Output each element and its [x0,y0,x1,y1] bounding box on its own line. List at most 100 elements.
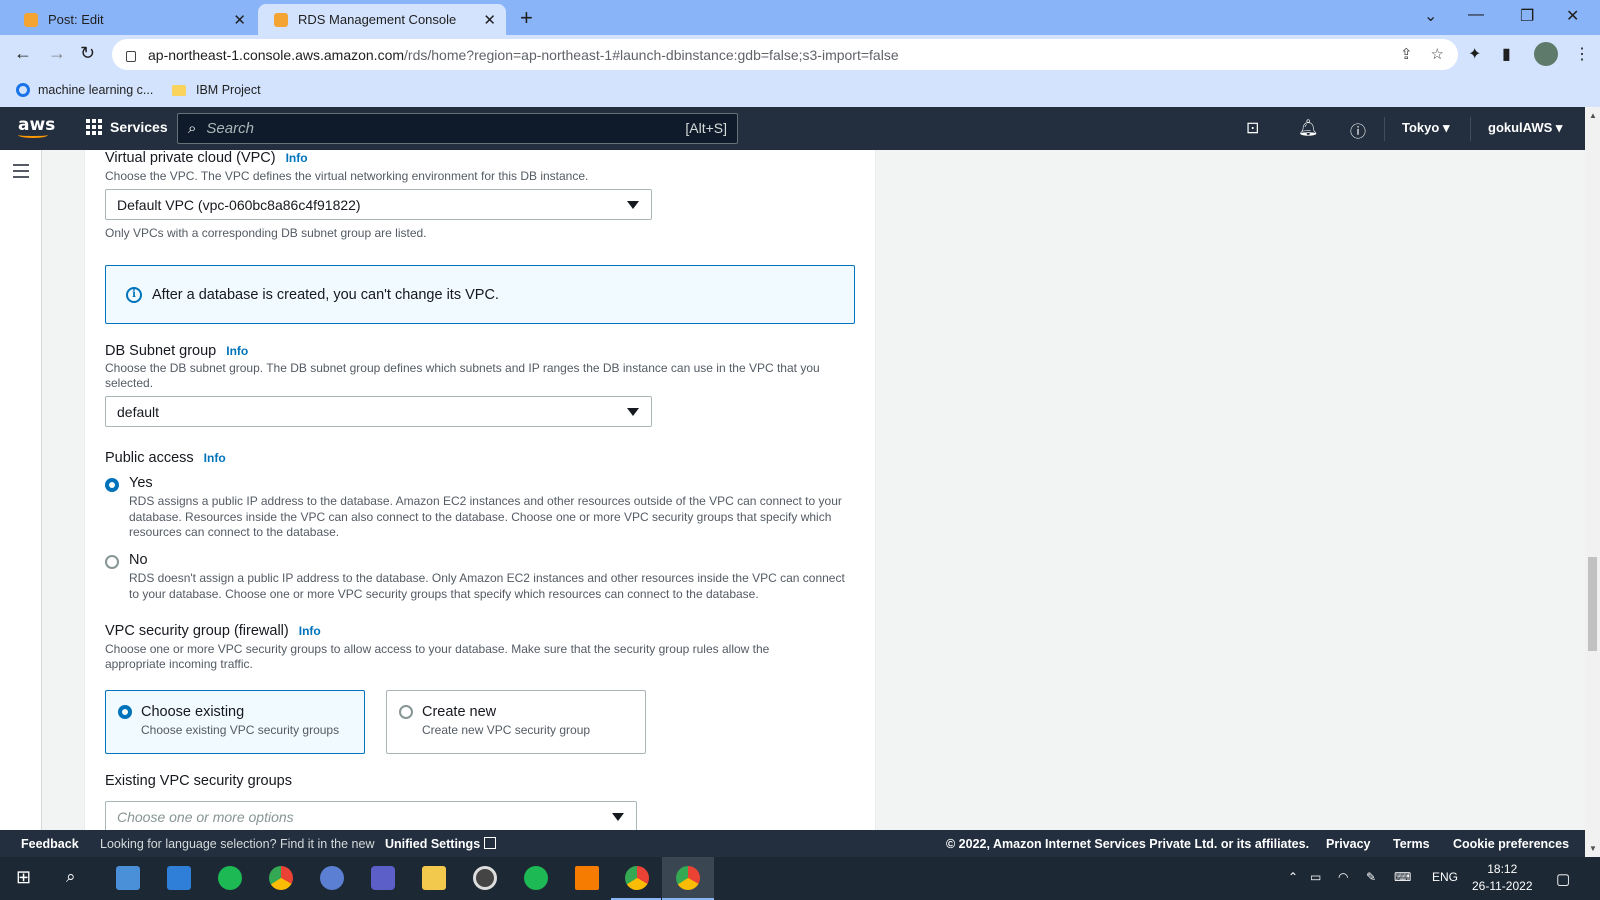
dropdown-caret-icon [627,408,639,416]
close-tab-icon[interactable]: ✕ [483,11,496,29]
aws-logo-text: aws [18,115,56,135]
notifications-bell-icon[interactable]: 🔔︎ [1298,118,1318,138]
scroll-thumb[interactable] [1588,557,1597,651]
public-access-info-link[interactable]: Info [204,451,226,465]
privacy-link[interactable]: Privacy [1326,837,1370,851]
security-group-info-link[interactable]: Info [299,624,321,638]
terms-link[interactable]: Terms [1393,837,1430,851]
lock-icon [126,51,136,62]
chrome-profile-icon[interactable] [625,866,649,890]
bookmark-machine-learning[interactable]: machine learning c... [16,83,153,97]
windows-start-icon[interactable]: ⊞ [16,867,31,888]
browser-tab-post-edit[interactable]: Post: Edit ✕ [8,4,256,35]
public-access-yes-label[interactable]: Yes [129,475,153,491]
scroll-down-icon[interactable]: ▼ [1589,844,1597,853]
vpc-description: Choose the VPC. The VPC defines the virt… [105,169,589,183]
public-access-yes-radio[interactable] [105,478,119,492]
menu-icon[interactable] [13,164,29,182]
choose-existing-radio[interactable] [118,705,132,719]
aws-logo[interactable]: aws [18,115,55,138]
region-selector[interactable]: Tokyo ▾ [1402,120,1449,136]
tile-subtitle: Choose existing VPC security groups [141,723,340,737]
existing-groups-multiselect[interactable]: Choose one or more options [105,801,637,830]
notification-center-icon[interactable]: ▢ [1556,870,1570,888]
media-player-icon[interactable] [473,866,497,890]
chrome-active-icon[interactable] [676,866,700,890]
subnet-info-link[interactable]: Info [226,344,248,358]
bookmark-label: IBM Project [196,83,261,97]
vpc-info-alert: i After a database is created, you can't… [105,265,855,324]
tab-search-icon[interactable]: ⌄ [1424,6,1437,26]
mail-icon[interactable] [167,866,191,890]
feedback-link[interactable]: Feedback [21,837,79,851]
reload-icon[interactable]: ↻ [80,43,95,64]
create-new-radio[interactable] [399,705,413,719]
public-access-no-radio[interactable] [105,555,119,569]
vlc-icon[interactable] [575,866,599,890]
services-menu-button[interactable]: Services [86,119,168,135]
spotify-icon[interactable] [524,866,548,890]
cookie-preferences-link[interactable]: Cookie preferences [1453,837,1569,851]
divider [1384,117,1385,141]
language-indicator[interactable]: ENG [1432,870,1458,884]
tab-title: Post: Edit [48,12,104,27]
bookmark-star-icon[interactable]: ☆ [1431,45,1444,63]
system-clock[interactable]: 18:12 26-11-2022 [1472,861,1533,895]
qbittorrent-icon[interactable] [320,866,344,890]
subnet-description: Choose the DB subnet group. The DB subne… [105,361,820,390]
profile-avatar[interactable] [1534,42,1558,66]
caret-down-icon: ▾ [1555,120,1563,135]
vpc-hint: Only VPCs with a corresponding DB subnet… [105,226,427,240]
account-menu[interactable]: gokulAWS ▾ [1488,120,1562,136]
language-notice: Looking for language selection? Find it … [100,837,375,851]
new-tab-icon[interactable]: + [520,5,533,31]
tray-chevron-icon[interactable]: ⌃ [1288,870,1298,884]
side-panel-icon[interactable]: ▮ [1502,44,1511,64]
close-tab-icon[interactable]: ✕ [233,11,246,29]
help-icon[interactable]: ⓘ [1350,118,1366,142]
file-app-icon[interactable] [116,866,140,890]
aws-footer: Feedback Looking for language selection?… [0,830,1585,857]
aws-icon [274,12,288,27]
vpc-select[interactable]: Default VPC (vpc-060bc8a86c4f91822) [105,189,652,220]
extensions-icon[interactable]: ✦ [1468,44,1481,64]
bookmark-ibm-project[interactable]: IBM Project [172,83,261,97]
minimize-icon[interactable]: — [1468,6,1484,24]
file-explorer-icon[interactable] [422,866,446,890]
create-new-tile[interactable]: Create new Create new VPC security group [386,690,646,754]
back-icon[interactable]: ← [14,43,32,64]
cloudshell-icon[interactable]: ⊡ [1246,118,1259,138]
info-circle-icon: i [126,286,142,303]
chrome-icon[interactable] [269,866,293,890]
unified-settings-link[interactable]: Unified Settings [385,837,497,851]
clock-date: 26-11-2022 [1472,879,1533,893]
chrome-menu-icon[interactable]: ⋮ [1574,44,1590,64]
windows-taskbar: ⊞ ⌕ ⌃ ▭ ◠ ✎ ⌨ ENG 18:12 26-11-2022 ▢ [0,857,1600,900]
browser-tab-strip: Post: Edit ✕ RDS Management Console ✕ + … [0,0,1600,35]
tile-title: Choose existing [141,704,245,720]
forward-icon[interactable]: → [48,43,66,64]
existing-groups-label: Existing VPC security groups [105,773,292,789]
public-access-no-label[interactable]: No [129,552,148,568]
subnet-select[interactable]: default [105,396,652,427]
spotify-icon[interactable] [218,866,242,890]
battery-icon[interactable]: ▭ [1310,870,1321,884]
scroll-up-icon[interactable]: ▲ [1589,111,1597,120]
close-window-icon[interactable]: ✕ [1566,6,1579,26]
copyright-text: © 2022, Amazon Internet Services Private… [946,837,1310,851]
search-icon[interactable]: ⌕ [66,867,76,887]
pen-icon[interactable]: ✎ [1366,870,1376,884]
choose-existing-tile[interactable]: Choose existing Choose existing VPC secu… [105,690,365,754]
grid-icon [86,119,102,135]
page-scrollbar[interactable]: ▲ ▼ [1585,107,1600,857]
keyboard-icon[interactable]: ⌨ [1394,870,1411,884]
teams-icon[interactable] [371,866,395,890]
vpc-info-link[interactable]: Info [286,151,308,165]
share-icon[interactable]: ⇪ [1400,45,1413,63]
wifi-icon[interactable]: ◠ [1338,870,1348,884]
browser-tab-rds[interactable]: RDS Management Console ✕ [258,4,506,35]
restore-icon[interactable]: ❐ [1520,6,1534,26]
aws-search-input[interactable]: ⌕ Search [Alt+S] [177,113,738,144]
tab-title: RDS Management Console [298,12,457,27]
address-bar[interactable]: ap-northeast-1.console.aws.amazon.com/rd… [112,39,1458,70]
